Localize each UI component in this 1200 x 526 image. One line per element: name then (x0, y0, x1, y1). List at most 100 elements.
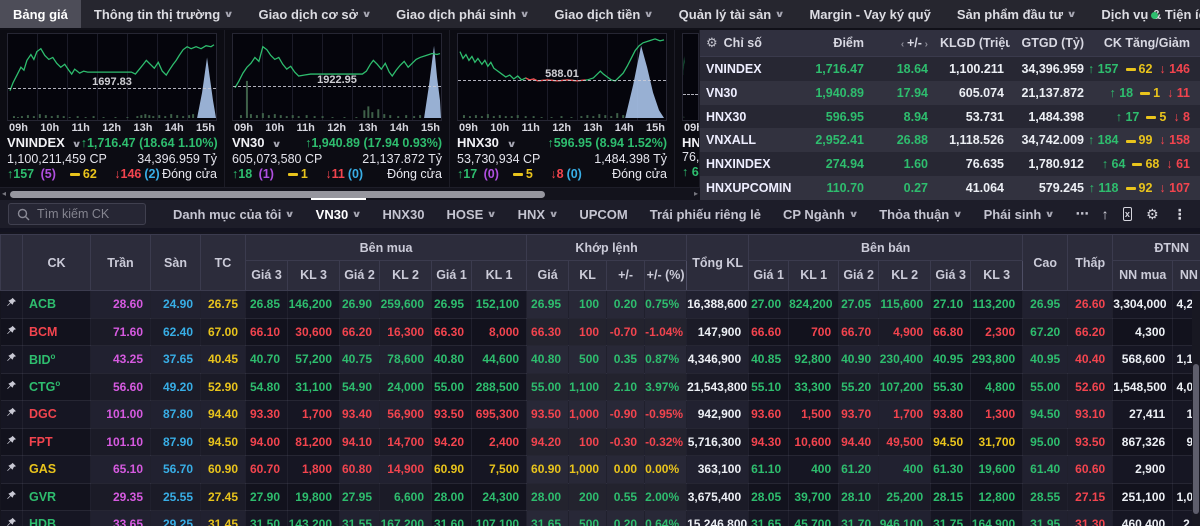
stock-search[interactable] (8, 203, 146, 225)
pin-icon[interactable] (6, 462, 17, 476)
cell: 293,800 (970, 345, 1024, 374)
board-tab-vn30[interactable]: VN30 ∨ (305, 198, 372, 230)
nav-item-margin-vay-ky-quy[interactable]: Margin - Vay ký quỹ (796, 0, 943, 28)
cell: 27.95 (339, 483, 380, 511)
index-row-hnxindex[interactable]: HNXINDEX 274.94 1.60 76.635 1,780.912 ↑ 64 68 ↓… (700, 152, 1200, 177)
cell: 1,100 (568, 373, 608, 401)
pin-icon[interactable] (6, 490, 17, 504)
kebab-menu-icon[interactable]: ⋮ (1173, 206, 1187, 223)
index-name-dropdown[interactable]: VN30 ∨ (232, 135, 282, 152)
session-status: Đóng cửa (387, 167, 442, 181)
stock-row-BCM[interactable]: BCM 71.60 62.40 67.00 66.10 30,600 66.20 16,300… (0, 318, 1200, 346)
cell: 460,400 (1112, 510, 1174, 526)
stock-row-BID[interactable]: BIDo 43.25 37.65 40.45 40.70 57,200 40.75 78,60… (0, 345, 1200, 374)
index-row-vn30[interactable]: VN30 1,940.89 17.94 605.074 21,137.872 ↑ 18 1 ↓… (700, 80, 1200, 105)
board-tab-upcom[interactable]: UPCOM (568, 198, 638, 230)
scroll-left-icon[interactable]: ◂ (2, 189, 6, 198)
advancers-ceiling-count: (1) (258, 167, 274, 181)
pin-icon[interactable] (6, 297, 17, 311)
board-tab-hnx30[interactable]: HNX30 (372, 198, 436, 230)
pin-icon[interactable] (6, 380, 17, 394)
stock-row-DGC[interactable]: DGC 101.00 87.80 94.40 93.30 1,700 93.40 56,900… (0, 400, 1200, 429)
chevron-down-icon: ∨ (519, 8, 530, 19)
chevron-down-icon: ∨ (1066, 8, 1077, 19)
pin-icon[interactable] (6, 517, 17, 526)
stock-row-GVR[interactable]: GVR 29.35 25.55 27.45 27.90 19,800 27.95 6,600 2… (0, 483, 1200, 511)
col-header-change[interactable]: ‹ +/- › (870, 36, 934, 50)
cell: 10,600 (788, 428, 840, 456)
cell-ticker: CTGo (22, 373, 91, 401)
board-tab-thoa-thuan[interactable]: Thỏa thuận ∨ (868, 198, 972, 230)
search-input[interactable] (37, 207, 137, 221)
next-icon[interactable]: › (922, 39, 928, 50)
stock-row-ACB[interactable]: ACB 28.60 24.90 26.75 26.85 146,200 26.90 259,6… (0, 290, 1200, 319)
nav-item-giao-dich-tien[interactable]: Giao dịch tiền ∨ (541, 0, 665, 28)
col-header-low: Thấp (1067, 234, 1114, 291)
index-name-dropdown[interactable]: HNX30 ∨ (457, 135, 516, 152)
index-row-vnindex[interactable]: VNINDEX 1,716.47 18.64 1,100.211 34,396.959 ↑… (700, 57, 1200, 81)
cell: 3,675,400 (686, 483, 750, 511)
cell: 93.30 (245, 400, 288, 429)
cell: 60.60 (1067, 455, 1114, 484)
decliners-count: ↓146 (110, 167, 142, 181)
index-klgd: 76.635 (965, 157, 1004, 172)
cell: 93.70 (838, 400, 880, 429)
index-row-hnxupcomindex[interactable]: HNXUPCOMINDEX 110.70 0.27 41.064 579.245 ↑ 11… (700, 176, 1200, 200)
index-panel-settings-icon[interactable]: ⚙ (706, 35, 718, 51)
time-axis: 09h 10h 11h 12h 13h 14h 15h (232, 121, 442, 135)
excel-export-icon[interactable]: x (1122, 207, 1133, 221)
cell: 31.60 (431, 510, 472, 526)
index-gtgd: 1,780.912 (1028, 157, 1084, 172)
cell: 92,800 (788, 345, 840, 374)
index-breadth: ↑ 18 1 ↓ 11 (1090, 86, 1196, 100)
breadth-stats: ↑18 (1) 1 ↓11 (0) (232, 167, 363, 182)
board-tab-cp-nganh[interactable]: CP Ngành ∨ (772, 198, 868, 230)
cell: 28.55 (1022, 483, 1069, 511)
nav-item-san-pham-au-tu[interactable]: Sản phẩm đầu tư ∨ (944, 0, 1089, 28)
vertical-scrollbar[interactable] (1192, 292, 1200, 526)
settings-gear-icon[interactable]: ⚙ (1146, 206, 1159, 223)
pin-icon[interactable] (6, 435, 17, 449)
cell: 1,000 (568, 455, 608, 484)
board-tab-trai-phieu-rieng-le[interactable]: Trái phiếu riêng lẻ (639, 198, 772, 230)
cell: 28.05 (748, 483, 790, 511)
pin-icon[interactable] (6, 407, 17, 421)
pin-icon[interactable] (6, 352, 17, 366)
board-tab-phai-sinh[interactable]: Phái sinh ∨ (973, 198, 1065, 230)
scroll-right-icon[interactable]: ▸ (694, 189, 698, 198)
board-tab-danh-muc-cua-toi[interactable]: Danh mục của tôi ∨ (162, 198, 305, 230)
nav-item-giao-dich-phai-sinh[interactable]: Giao dịch phái sinh ∨ (383, 0, 541, 28)
stock-row-CTG[interactable]: CTGo 56.60 49.20 52.90 54.80 31,100 54.90 24,00… (0, 373, 1200, 401)
breadth-stats: ↑157 (5) 62 ↓146 (2) (7, 167, 160, 182)
index-name-dropdown[interactable]: HNXI (682, 135, 699, 150)
nav-item-dich-vu-tien-ich[interactable]: Dịch vụ & Tiện ích∨ (1088, 0, 1200, 28)
cell: 40.45 (200, 345, 246, 374)
index-row-hnx30[interactable]: HNX30 596.95 8.94 53.731 1,484.398 ↑ 17 5 ↓ 8 (700, 104, 1200, 129)
cell: 27.45 (200, 483, 246, 511)
pin-icon[interactable] (6, 325, 17, 339)
market-overview: 1697.83 09h 10h 11h 12h 13h 14h 15h VNINDEX ∨ ↑1,… (0, 30, 1200, 200)
horizontal-scrollbar-thumb[interactable] (10, 191, 545, 198)
nav-item-quan-ly-tai-san[interactable]: Quản lý tài sản ∨ (666, 0, 797, 28)
advancers-count: ↑17 (457, 167, 481, 181)
stock-row-HDB[interactable]: HDB 33.65 29.25 31.45 31.50 143,200 31.55 167,2… (0, 510, 1200, 526)
cell: 55.10 (748, 373, 790, 401)
nav-item-giao-dich-co-so[interactable]: Giao dịch cơ sở ∨ (245, 0, 383, 28)
board-tab-hose[interactable]: HOSE ∨ (435, 198, 506, 230)
stock-row-GAS[interactable]: GAS 65.10 56.70 60.90 60.70 1,800 60.80 14,900 6… (0, 455, 1200, 484)
scroll-top-icon[interactable]: ↑ (1102, 206, 1109, 222)
nav-item-bang-gia[interactable]: Bảng giá (0, 0, 81, 28)
search-icon (17, 208, 30, 220)
decliners-count: ↓ 11 (1167, 85, 1190, 100)
nav-item-thong-tin-thi-truong[interactable]: Thông tin thị trường ∨ (81, 0, 246, 28)
vertical-scrollbar-thumb[interactable] (1193, 364, 1199, 514)
col-header-ck: CK (22, 234, 91, 291)
index-name-dropdown[interactable]: VNINDEX ∨ (7, 135, 82, 152)
board-tab-hnx[interactable]: HNX ∨ (507, 198, 569, 230)
index-row-vnxall[interactable]: VNXALL 2,952.41 26.88 1,118.526 34,742.009 ↑ … (700, 128, 1200, 153)
cell: 31.45 (200, 510, 246, 526)
price-board-app: Bảng giá Thông tin thị trường ∨ Giao dịch c… (0, 0, 1200, 526)
cell: 16,300 (379, 318, 432, 346)
stock-row-FPT[interactable]: FPT 101.10 87.90 94.50 94.00 81,200 94.10 14,70… (0, 428, 1200, 456)
board-tab-[interactable]: ⋯ (1065, 198, 1100, 230)
